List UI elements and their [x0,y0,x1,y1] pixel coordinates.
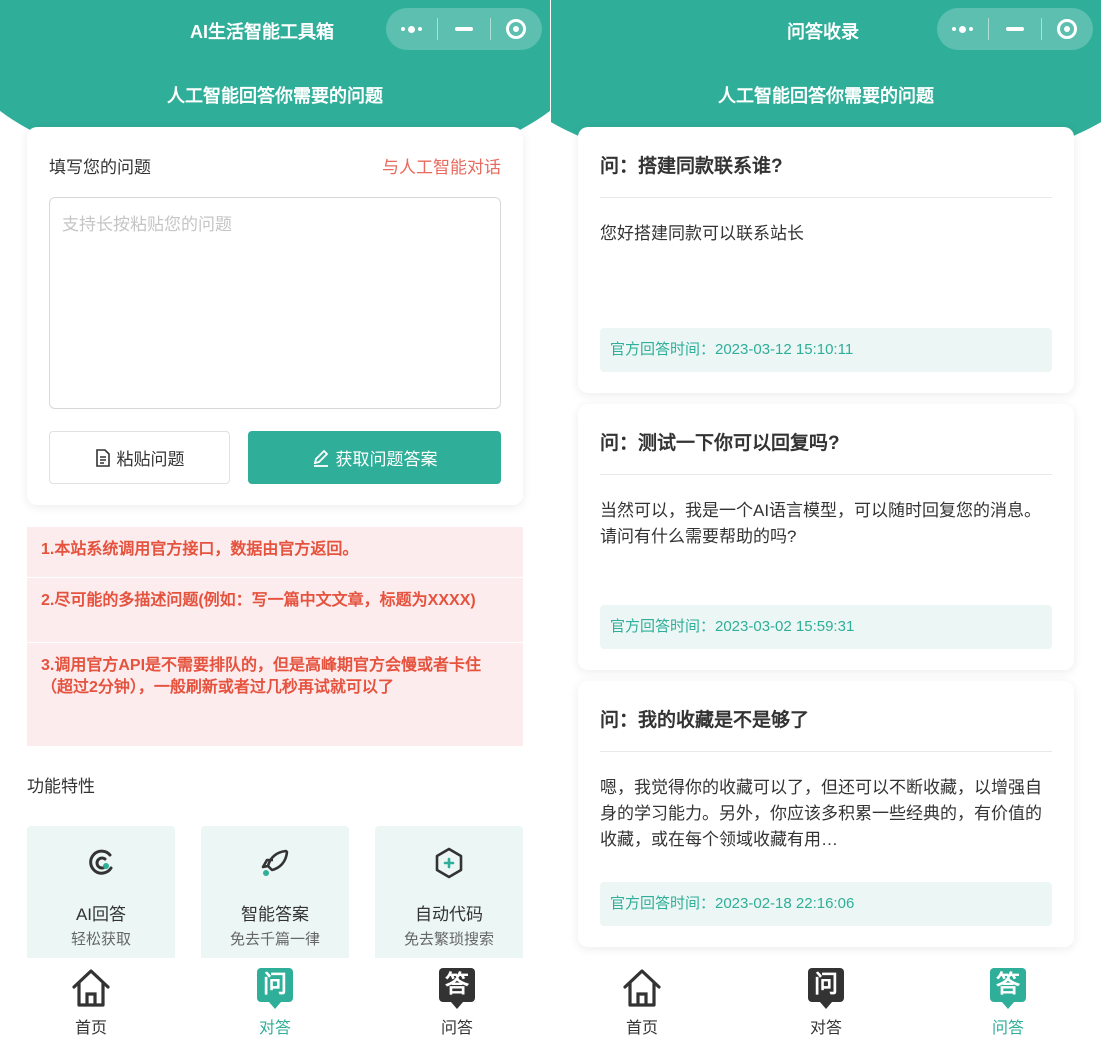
notice-item: 1.本站系统调用官方接口，数据由官方返回。 [27,527,523,577]
qa-answer: 当然可以，我是一个AI语言模型，可以随时回复您的消息。请问有什么需要帮助的吗? [600,501,1042,546]
page-title: AI生活智能工具箱 [190,22,334,42]
minimize-button[interactable] [438,8,489,50]
features-title: 功能特性 [27,777,95,796]
tab-bar: 首页 问 对答 答 问答 [551,958,1101,1037]
paste-button[interactable]: 粘贴问题 [49,431,230,484]
hexagon-plus-icon [435,847,463,879]
tab-bar: 首页 问 对答 答 问答 [0,958,550,1037]
question-label: 填写您的问题 [49,158,151,177]
home-icon [72,969,110,1007]
home-icon [623,969,661,1007]
qa-answer: 嗯，我觉得你的收藏可以了，但还可以不断收藏，以增强自身的学习能力。另外，你应该多… [600,778,1042,849]
close-button[interactable] [1042,8,1093,50]
page-subtitle: 人工智能回答你需要的问题 [167,86,383,106]
get-answer-button-label: 获取问题答案 [335,450,438,469]
ai-swirl-icon [89,849,113,875]
qa-answer-time: 官方回答时间：2023-03-12 15:10:11 [600,328,1052,372]
page-subtitle: 人工智能回答你需要的问题 [718,86,934,106]
feature-desc: 免去繁琐搜索 [403,931,494,948]
divider [600,474,1052,475]
chat-bubble-icon: 问 [804,966,848,1010]
qa-answer-time: 官方回答时间：2023-02-18 22:16:06 [600,882,1052,926]
nav-bar: AI生活智能工具箱 [0,0,550,62]
tab-dialogue[interactable]: 问 对答 [220,958,330,1037]
pencil-icon [313,449,328,467]
feature-desc: 轻松获取 [70,931,131,948]
more-dots-icon [952,25,974,33]
close-target-icon [506,19,527,39]
rocket-icon [261,849,289,876]
more-button[interactable] [386,8,437,50]
tab-home[interactable]: 首页 [36,958,146,1037]
qa-question: 问：我的收藏是不是够了 [600,710,810,731]
question-card: 填写您的问题 与人工智能对话 粘贴问题 获取问题答案 [27,127,523,505]
notice-item: 2.尽可能的多描述问题(例如：写一篇中文文章，标题为XXXX) [27,578,523,642]
minimize-icon [454,27,473,31]
qa-answer: 您好搭建同款可以联系站长 [600,224,804,243]
close-target-icon [1057,19,1078,39]
feature-desc: 免去千篇一律 [229,931,320,948]
answer-bubble-icon: 答 [435,966,479,1010]
qa-card[interactable]: 问：测试一下你可以回复吗? 当然可以，我是一个AI语言模型，可以随时回复您的消息… [578,404,1074,670]
answer-bubble-icon: 答 [986,966,1030,1010]
document-icon [95,448,110,467]
notice-item: 3.调用官方API是不需要排队的，但是高峰期官方会慢或者卡住（超过2分钟），一般… [27,643,523,746]
mini-program-capsule [386,8,542,50]
tab-qa[interactable]: 答 问答 [953,958,1063,1037]
qa-list-screen: 问答收录 人工智能回答你需要的问题 问：搭建同款联系谁? 您好搭建同款可以联系站… [551,0,1101,1037]
divider [600,751,1052,752]
page-title: 问答收录 [787,22,859,42]
chat-bubble-icon: 问 [253,966,297,1010]
more-button[interactable] [937,8,988,50]
tab-home[interactable]: 首页 [587,958,697,1037]
feature-smart-answer[interactable]: 智能答案 免去千篇一律 [201,826,349,958]
qa-card[interactable]: 问：我的收藏是不是够了 嗯，我觉得你的收藏可以了，但还可以不断收藏，以增强自身的… [578,681,1074,947]
ai-chat-link[interactable]: 与人工智能对话 [382,153,501,178]
tab-label: 问答 [440,1020,473,1037]
question-input[interactable] [49,197,501,409]
qa-card[interactable]: 问：搭建同款联系谁? 您好搭建同款可以联系站长 官方回答时间：2023-03-1… [578,127,1074,393]
paste-button-label: 粘贴问题 [116,450,185,469]
tab-label: 首页 [74,1020,107,1037]
tab-label: 首页 [625,1020,658,1037]
qa-answer-time: 官方回答时间：2023-03-02 15:59:31 [600,605,1052,649]
tab-label: 对答 [258,1020,291,1037]
get-answer-button[interactable]: 获取问题答案 [248,431,501,484]
feature-name: 智能答案 [241,905,309,924]
tab-label: 问答 [991,1020,1024,1037]
close-button[interactable] [491,8,542,50]
mini-program-capsule [937,8,1093,50]
feature-ai-answer[interactable]: AI回答 轻松获取 [27,826,175,958]
qa-question: 问：测试一下你可以回复吗? [600,433,840,454]
more-dots-icon [401,25,423,33]
qa-question: 问：搭建同款联系谁? [600,156,783,177]
feature-name: AI回答 [75,905,127,924]
tab-qa[interactable]: 答 问答 [402,958,512,1037]
feature-auto-code[interactable]: 自动代码 免去繁琐搜索 [375,826,523,958]
ask-screen: AI生活智能工具箱 人工智能回答你需要的问题 填写您的问题 与人工智能对话 粘贴… [0,0,550,1037]
nav-bar: 问答收录 [551,0,1101,62]
minimize-icon [1005,27,1024,31]
tab-label: 对答 [809,1020,842,1037]
divider [600,197,1052,198]
minimize-button[interactable] [989,8,1040,50]
feature-name: 自动代码 [415,905,483,924]
tab-dialogue[interactable]: 问 对答 [771,958,881,1037]
